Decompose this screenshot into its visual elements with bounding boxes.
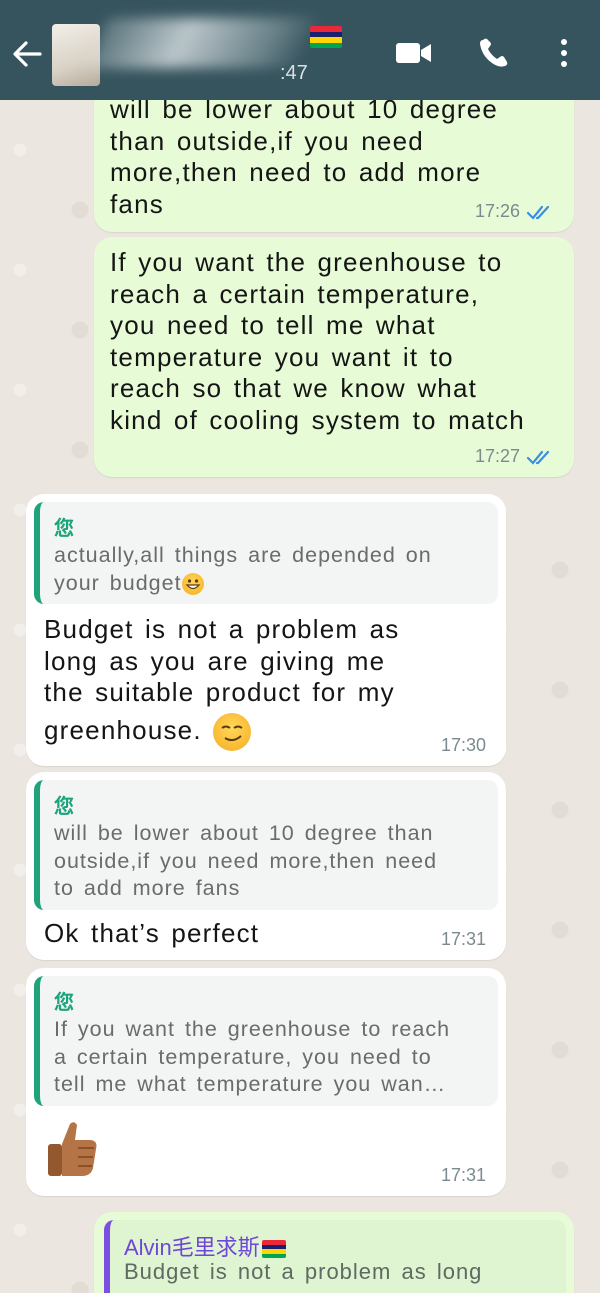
chat-header: :47	[0, 0, 600, 100]
more-options-icon[interactable]	[544, 36, 584, 70]
back-arrow-icon[interactable]	[8, 36, 48, 72]
smirking-face-emoji	[213, 712, 252, 751]
grinning-face-emoji	[181, 572, 204, 595]
message-bubble-incoming[interactable]: 您 If you want the greenhouse to reach a …	[26, 968, 506, 1196]
message-bubble-outgoing[interactable]: will be lower about 10 degree than outsi…	[94, 80, 574, 232]
quote-text: actually,all things are depended on your…	[54, 543, 432, 595]
quote-author: 您	[54, 992, 74, 1014]
quote-text: will be lower about 10 degree than outsi…	[54, 821, 438, 900]
message-timestamp: 17:30	[440, 735, 486, 755]
contact-name-redacted[interactable]	[88, 18, 318, 68]
mauritius-flag-icon	[310, 26, 342, 48]
chat-area[interactable]: will be lower about 10 degree than outsi…	[0, 0, 600, 1293]
quote-text: Budget is not a problem as long	[124, 1259, 483, 1284]
message-bubble-outgoing[interactable]: Alvin毛里求斯 Budget is not a problem as lon…	[94, 1212, 574, 1293]
mauritius-flag-icon	[261, 1240, 286, 1259]
message-text: If you want the greenhouse to reach a ce…	[110, 247, 525, 435]
message-bubble-incoming[interactable]: 您 actually,all things are depended on yo…	[26, 494, 506, 766]
video-call-icon[interactable]	[394, 36, 434, 70]
message-text: Ok that’s perfect	[44, 918, 260, 948]
quoted-reply[interactable]: 您 If you want the greenhouse to reach a …	[34, 976, 498, 1106]
voice-call-icon[interactable]	[474, 36, 514, 70]
quoted-reply[interactable]: 您 actually,all things are depended on yo…	[34, 502, 498, 604]
quoted-reply[interactable]: 您 will be lower about 10 degree than out…	[34, 780, 498, 910]
message-bubble-outgoing[interactable]: If you want the greenhouse to reach a ce…	[94, 237, 574, 477]
message-timestamp: 17:31	[440, 929, 486, 949]
quote-author: 您	[54, 518, 74, 540]
message-timestamp: 17:31	[440, 1165, 486, 1185]
last-seen-status: :47	[280, 62, 308, 84]
read-receipt-icon	[526, 450, 550, 465]
quoted-reply[interactable]: Alvin毛里求斯 Budget is not a problem as lon…	[104, 1220, 566, 1293]
read-receipt-icon	[526, 205, 550, 220]
thumbs-up-emoji	[48, 1122, 97, 1176]
message-timestamp: 17:26	[475, 201, 554, 222]
message-text: Budget is not a problem as long as you a…	[44, 614, 488, 751]
quote-text: If you want the greenhouse to reach a ce…	[54, 1017, 451, 1096]
quote-author: 您	[54, 796, 74, 818]
message-bubble-incoming[interactable]: 您 will be lower about 10 degree than out…	[26, 772, 506, 960]
message-timestamp: 17:27	[475, 446, 554, 467]
